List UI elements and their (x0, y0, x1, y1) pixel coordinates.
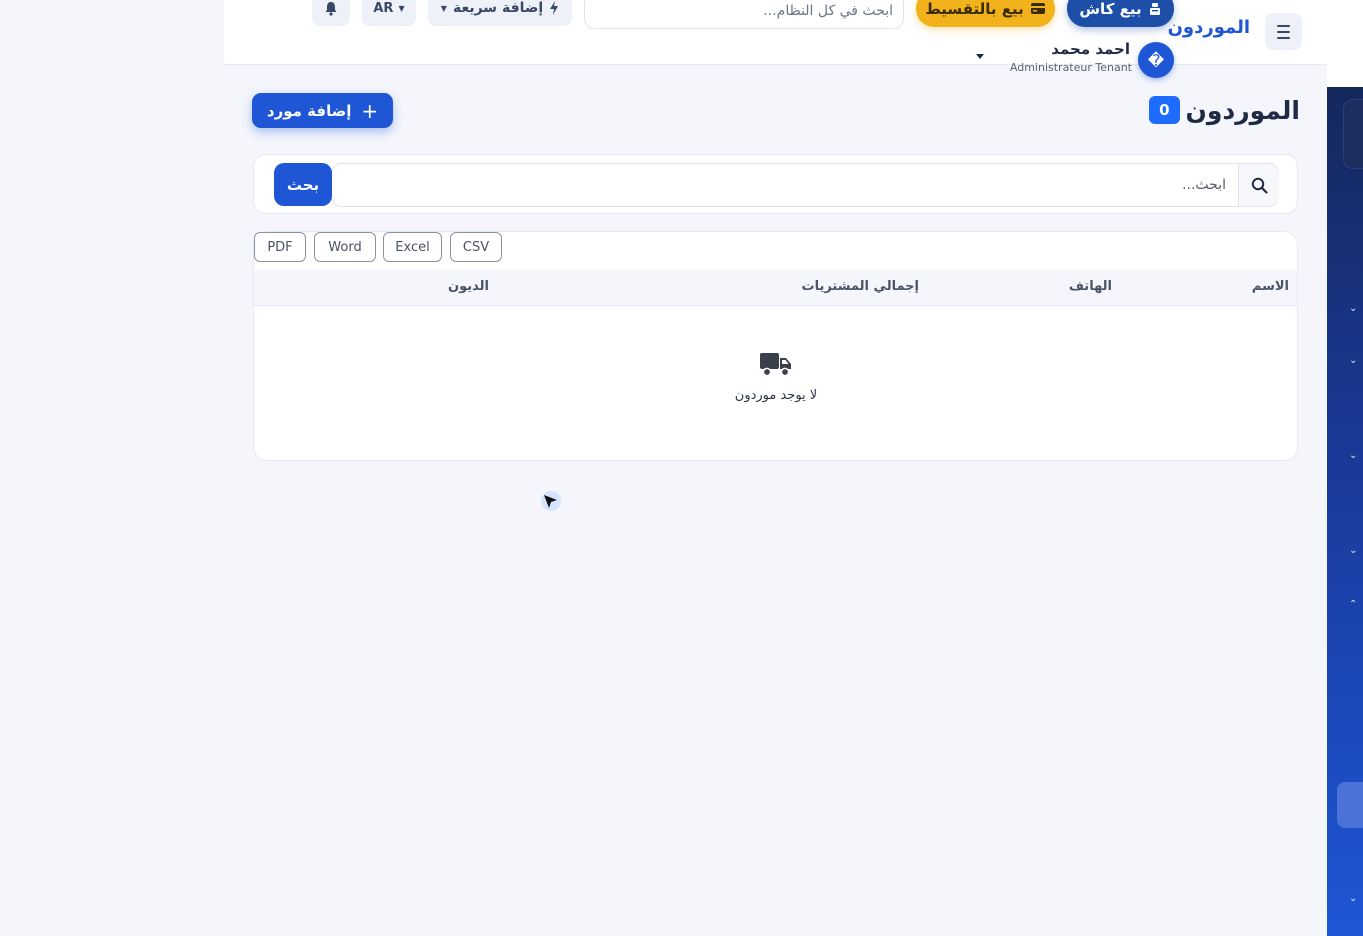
add-supplier-button[interactable]: + إضافة مورد (252, 93, 393, 128)
search-input[interactable] (332, 164, 1238, 206)
export-pdf-button[interactable]: PDF (254, 232, 306, 262)
column-header-debts[interactable]: الديون (448, 279, 489, 294)
search-icon-box[interactable] (1238, 164, 1279, 206)
lightning-icon (550, 1, 559, 15)
truck-icon (760, 353, 791, 377)
avatar: � (1138, 42, 1174, 78)
brand-title: الموردون (1167, 17, 1250, 38)
installment-sale-label: بيع بالتقسيط (925, 0, 1024, 18)
column-header-phone[interactable]: الهاتف (1069, 279, 1112, 294)
search-button-label: بحث (286, 175, 320, 194)
search-field (331, 163, 1279, 207)
plus-icon: + (361, 98, 379, 123)
export-csv-button[interactable]: CSV (450, 232, 502, 262)
sidebar-top (1327, 0, 1363, 87)
credit-card-icon (1030, 3, 1045, 14)
notifications-button[interactable] (312, 0, 350, 26)
sidebar-profile-card[interactable] (1343, 99, 1363, 169)
sidebar: ⌄ ⌄ ⌄ ⌄ ⌃ ⌄ (1327, 87, 1363, 936)
count-badge: 0 (1149, 96, 1180, 124)
table-header: الاسم الهاتف إجمالي المشتريات الديون (254, 270, 1297, 306)
empty-state: لا يوجد موردون (674, 350, 878, 403)
top-header: الموردون بيع كاش بيع بالتقسيط ابحث في كل… (224, 0, 1328, 78)
export-word-button[interactable]: Word (314, 232, 376, 262)
export-excel-button[interactable]: Excel (383, 232, 442, 262)
mouse-cursor-icon (541, 491, 561, 511)
add-supplier-label: إضافة مورد (266, 101, 352, 120)
global-search-placeholder: ابحث في كل النظام... (763, 2, 893, 19)
column-header-name[interactable]: الاسم (1252, 279, 1289, 294)
installment-sale-button[interactable]: بيع بالتقسيط (916, 0, 1055, 27)
chevron-down-icon: ▼ (398, 3, 405, 13)
cash-register-icon (1149, 2, 1160, 15)
global-search-input[interactable]: ابحث في كل النظام... (584, 0, 904, 29)
sidebar-active-item[interactable] (1337, 782, 1363, 828)
language-dropdown[interactable]: AR ▼ (362, 0, 416, 26)
chevron-down-icon[interactable]: ⌄ (1349, 545, 1357, 556)
chevron-down-icon[interactable]: ⌄ (1349, 450, 1357, 461)
bell-icon (325, 1, 337, 16)
empty-state-message: لا يوجد موردون (734, 388, 818, 403)
language-label: AR (373, 0, 394, 16)
chevron-down-icon[interactable]: ⌄ (1349, 303, 1357, 314)
user-menu[interactable]: � احمد محمد Administrateur Tenant (976, 38, 1330, 78)
cash-sale-label: بيع كاش (1079, 0, 1142, 18)
column-header-total-purchases[interactable]: إجمالي المشتريات (802, 279, 919, 294)
quick-add-label: إضافة سريعة (452, 0, 544, 16)
page-title-text: الموردون (1185, 95, 1301, 125)
user-name: احمد محمد (1051, 40, 1130, 58)
search-card: بحث (253, 154, 1298, 214)
search-button[interactable]: بحث (274, 163, 332, 206)
page-title: الموردون 0 (1148, 92, 1300, 128)
quick-add-dropdown[interactable]: إضافة سريعة ▼ (428, 0, 572, 26)
chevron-down-icon[interactable]: ⌄ (1349, 893, 1357, 904)
cash-sale-button[interactable]: بيع كاش (1067, 0, 1174, 27)
user-role: Administrateur Tenant (1009, 61, 1132, 74)
chevron-up-icon[interactable]: ⌃ (1349, 599, 1357, 610)
caret-down-icon (976, 54, 984, 59)
search-icon (1251, 177, 1268, 194)
suppliers-table-card: PDF Word Excel CSV الاسم الهاتف إجمالي ا… (253, 231, 1298, 461)
chevron-down-icon[interactable]: ⌄ (1349, 355, 1357, 366)
chevron-down-icon: ▼ (440, 3, 447, 13)
